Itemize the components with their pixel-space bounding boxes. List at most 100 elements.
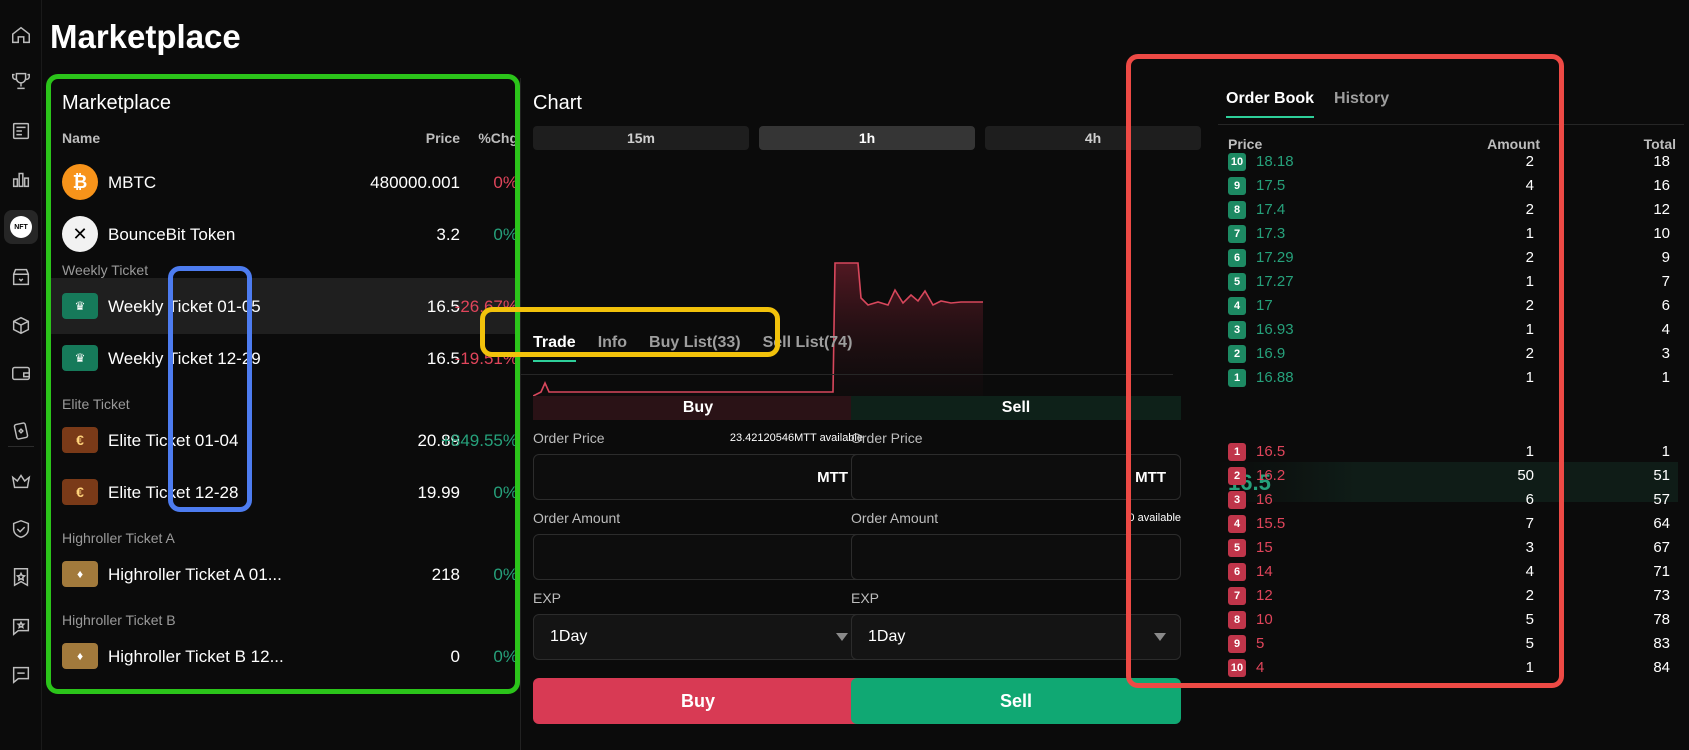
trophy-icon[interactable] (4, 64, 38, 98)
order-level-badge: 2 (1228, 345, 1246, 363)
market-row-price: 3.2 (436, 225, 460, 244)
name-column-header[interactable]: Name (62, 130, 100, 146)
buy-order-amount-input[interactable] (533, 534, 863, 580)
nft-icon[interactable]: NFT (4, 210, 38, 244)
order-amount: 1 (1525, 659, 1534, 676)
ask-order-row[interactable]: 8 17.4 2 12 (1218, 196, 1678, 222)
bid-order-row[interactable]: 7 12 2 73 (1218, 582, 1678, 608)
order-amount: 7 (1525, 515, 1534, 532)
ask-order-row[interactable]: 7 17.3 1 10 (1218, 220, 1678, 246)
wallet-icon[interactable] (4, 356, 38, 390)
chart-title: Chart (533, 92, 582, 114)
market-row-price: 480000.001 (370, 173, 460, 192)
order-level-badge: 10 (1228, 659, 1246, 677)
bid-order-row[interactable]: 5 15 3 67 (1218, 534, 1678, 560)
buy-exp-value: 1Day (550, 628, 588, 645)
order-total: 64 (1653, 515, 1670, 532)
weekly-ticket-icon: ♛ (62, 345, 98, 371)
sell-exp-select[interactable]: 1Day (851, 614, 1181, 660)
market-row-weekly-1229[interactable]: ♛ Weekly Ticket 12-29 16.5 -19.51% (50, 330, 518, 386)
ask-order-row[interactable]: 5 17.27 1 7 (1218, 268, 1678, 294)
order-price: 5 (1256, 635, 1265, 652)
order-total: 73 (1653, 587, 1670, 604)
bid-order-row[interactable]: 6 14 4 71 (1218, 558, 1678, 584)
market-row-bouncebit[interactable]: ✕ BounceBit Token 3.2 0% (50, 206, 518, 262)
bid-order-row[interactable]: 2 16.2 50 51 (1218, 462, 1678, 488)
tab-order-book[interactable]: Order Book (1226, 90, 1315, 118)
bitcoin-icon: ₿ (62, 164, 98, 200)
ask-order-row[interactable]: 1 16.88 1 1 (1218, 364, 1678, 390)
timeframe-4h[interactable]: 4h (985, 126, 1201, 150)
ask-order-row[interactable]: 9 17.5 4 16 (1218, 172, 1678, 198)
tab-history[interactable]: History (1334, 90, 1389, 118)
market-row-change: +849.55% (440, 431, 518, 450)
bid-order-row[interactable]: 8 10 5 78 (1218, 606, 1678, 632)
market-row-highroller-b[interactable]: ♦ Highroller Ticket B 12... 0 0% (50, 628, 518, 684)
sell-order-price-input[interactable]: MTT (851, 454, 1181, 500)
order-amount: 1 (1525, 225, 1534, 242)
bid-order-row[interactable]: 4 15.5 7 64 (1218, 510, 1678, 536)
buy-available-balance: 23.42120546MTT available (729, 432, 863, 444)
crown-icon[interactable] (4, 464, 38, 498)
badge-star-icon[interactable] (4, 560, 38, 594)
order-total: 83 (1653, 635, 1670, 652)
order-amount: 50 (1517, 467, 1534, 484)
bid-order-row[interactable]: 1 16.5 1 1 (1218, 438, 1678, 464)
order-amount: 2 (1525, 297, 1534, 314)
market-row-weekly-0105[interactable]: ♛ Weekly Ticket 01-05 16.5 -26.67% (50, 278, 518, 334)
order-level-badge: 4 (1228, 515, 1246, 533)
bid-order-row[interactable]: 3 16 6 57 (1218, 486, 1678, 512)
bid-order-row[interactable]: 9 5 5 83 (1218, 630, 1678, 656)
buy-order-price-input[interactable]: MTT (533, 454, 863, 500)
timeframe-1h[interactable]: 1h (759, 126, 975, 150)
tab-sell-list[interactable]: Sell List(74) (763, 334, 853, 362)
order-total: 1 (1661, 443, 1670, 460)
chat-star-icon[interactable] (4, 610, 38, 644)
bid-order-row[interactable]: 10 4 1 84 (1218, 654, 1678, 680)
ask-order-row[interactable]: 2 16.9 2 3 (1218, 340, 1678, 366)
sell-order-amount-input[interactable] (851, 534, 1181, 580)
sell-button[interactable]: Sell (851, 678, 1181, 724)
order-amount: 2 (1525, 249, 1534, 266)
market-row-change: -26.67% (454, 297, 518, 316)
tab-trade[interactable]: Trade (533, 334, 576, 362)
order-total: 7 (1661, 273, 1670, 290)
buy-price-unit: MTT (817, 468, 848, 486)
buy-button[interactable]: Buy (533, 678, 863, 724)
tab-info[interactable]: Info (598, 334, 627, 362)
change-column-header[interactable]: %Chg (478, 130, 518, 146)
price-chart[interactable] (533, 168, 1169, 408)
order-level-badge: 5 (1228, 273, 1246, 291)
ask-order-row[interactable]: 10 18.18 2 18 (1218, 148, 1678, 174)
market-row-elite-0104[interactable]: € Elite Ticket 01-04 20.89 +849.55% (50, 412, 518, 468)
market-row-mbtc[interactable]: ₿ MBTC 480000.001 0% (50, 154, 518, 210)
order-total: 51 (1653, 467, 1670, 484)
order-price: 16 (1256, 491, 1273, 508)
order-total: 12 (1653, 201, 1670, 218)
tab-buy-list[interactable]: Buy List(33) (649, 334, 741, 362)
ask-order-row[interactable]: 6 17.29 2 9 (1218, 244, 1678, 270)
shield-icon[interactable] (4, 512, 38, 546)
market-row-elite-1228[interactable]: € Elite Ticket 12-28 19.99 0% (50, 464, 518, 520)
order-price: 4 (1256, 659, 1265, 676)
bar-chart-icon[interactable] (4, 162, 38, 196)
timeframe-15m[interactable]: 15m (533, 126, 749, 150)
order-level-badge: 2 (1228, 467, 1246, 485)
order-price: 15 (1256, 539, 1273, 556)
buy-exp-select[interactable]: 1Day (533, 614, 863, 660)
home-icon[interactable] (4, 18, 38, 52)
cards-icon[interactable] (4, 414, 38, 448)
order-price: 17 (1256, 297, 1273, 314)
ask-order-row[interactable]: 3 16.93 1 4 (1218, 316, 1678, 342)
news-icon[interactable] (4, 114, 38, 148)
market-row-highroller-a[interactable]: ♦ Highroller Ticket A 01... 218 0% (50, 546, 518, 602)
market-row-change: 0% (493, 565, 518, 584)
chat-icon[interactable] (4, 658, 38, 692)
order-price: 18.18 (1256, 153, 1294, 170)
store-icon[interactable] (4, 260, 38, 294)
price-column-header[interactable]: Price (426, 130, 460, 146)
order-total: 57 (1653, 491, 1670, 508)
order-level-badge: 3 (1228, 321, 1246, 339)
box-icon[interactable] (4, 308, 38, 342)
ask-order-row[interactable]: 4 17 2 6 (1218, 292, 1678, 318)
